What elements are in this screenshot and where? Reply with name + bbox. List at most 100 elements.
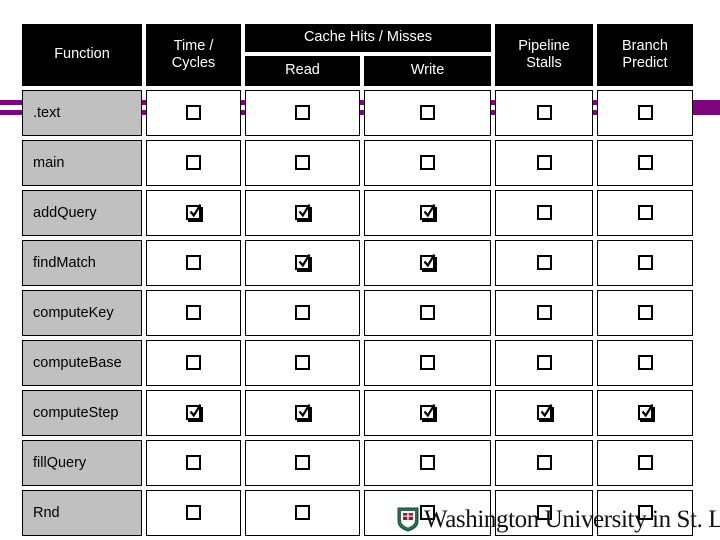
checkbox-cell-branch-predict[interactable] (597, 190, 693, 236)
checkbox-unchecked-icon[interactable] (186, 455, 201, 471)
checkbox-unchecked-icon[interactable] (295, 355, 310, 371)
profiling-table: Function Time / Cycles Cache Hits / Miss… (18, 20, 697, 540)
checkbox-cell-pipeline-stalls[interactable] (495, 240, 593, 286)
checkbox-unchecked-icon[interactable] (637, 205, 653, 221)
checkbox-unchecked-icon[interactable] (420, 305, 435, 321)
column-header-branch-line1: Branch (622, 37, 668, 54)
checkbox-checked-icon[interactable] (420, 254, 436, 271)
checkbox-cell-pipeline-stalls[interactable] (495, 290, 593, 336)
checkbox-cell-time-cycles[interactable] (146, 440, 241, 486)
checkbox-unchecked-icon[interactable] (637, 105, 653, 121)
column-header-branch-line2: Predict (622, 55, 668, 71)
function-label: computeStep (33, 405, 119, 421)
checkbox-checked-icon[interactable] (295, 254, 311, 271)
checkbox-cell-time-cycles[interactable] (146, 340, 241, 386)
checkbox-checked-icon[interactable] (420, 404, 436, 421)
column-header-write: Write (364, 55, 491, 86)
checkbox-cell-branch-predict[interactable] (597, 90, 693, 136)
checkbox-checked-icon[interactable] (420, 204, 436, 221)
checkbox-cell-time-cycles[interactable] (146, 290, 241, 336)
checkbox-unchecked-icon[interactable] (536, 355, 552, 371)
checkbox-cell-time-cycles[interactable] (146, 90, 241, 136)
checkbox-cell-time-cycles[interactable] (146, 490, 241, 536)
checkbox-cell-pipeline-stalls[interactable] (495, 90, 593, 136)
checkbox-unchecked-icon[interactable] (186, 355, 201, 371)
column-header-branch-predict: Branch Predict (597, 24, 693, 86)
checkbox-cell-pipeline-stalls[interactable] (495, 390, 593, 436)
checkbox-unchecked-icon[interactable] (637, 155, 653, 171)
checkbox-cell-branch-predict[interactable] (597, 440, 693, 486)
checkbox-unchecked-icon[interactable] (186, 155, 201, 171)
table-row: computeStep (22, 390, 693, 436)
checkbox-cell-cache-read[interactable] (245, 390, 360, 436)
checkbox-cell-cache-read[interactable] (245, 140, 360, 186)
checkbox-unchecked-icon[interactable] (420, 155, 435, 171)
checkbox-checked-icon[interactable] (295, 404, 311, 421)
checkbox-cell-cache-write[interactable] (364, 190, 491, 236)
checkbox-unchecked-icon[interactable] (536, 305, 552, 321)
checkbox-cell-pipeline-stalls[interactable] (495, 340, 593, 386)
checkbox-unchecked-icon[interactable] (420, 105, 435, 121)
checkbox-unchecked-icon[interactable] (295, 305, 310, 321)
checkbox-checked-icon[interactable] (536, 404, 552, 421)
checkbox-cell-branch-predict[interactable] (597, 290, 693, 336)
checkbox-unchecked-icon[interactable] (536, 255, 552, 271)
checkbox-unchecked-icon[interactable] (186, 505, 201, 521)
checkbox-unchecked-icon[interactable] (295, 105, 310, 121)
brand-logo: Washington University in St. Louis (396, 506, 720, 532)
checkbox-unchecked-icon[interactable] (295, 155, 310, 171)
checkbox-unchecked-icon[interactable] (637, 255, 653, 271)
checkbox-cell-pipeline-stalls[interactable] (495, 140, 593, 186)
checkbox-cell-branch-predict[interactable] (597, 340, 693, 386)
function-label: main (33, 155, 65, 171)
checkbox-cell-time-cycles[interactable] (146, 190, 241, 236)
checkbox-cell-cache-write[interactable] (364, 390, 491, 436)
checkbox-unchecked-icon[interactable] (186, 105, 201, 121)
checkbox-cell-cache-write[interactable] (364, 140, 491, 186)
column-header-time-cycles: Time / Cycles (146, 24, 241, 86)
checkbox-unchecked-icon[interactable] (536, 105, 552, 121)
checkbox-cell-cache-read[interactable] (245, 240, 360, 286)
checkbox-cell-cache-read[interactable] (245, 190, 360, 236)
checkbox-checked-icon[interactable] (295, 204, 311, 221)
checkbox-unchecked-icon[interactable] (186, 305, 201, 321)
function-label-cell: computeStep (22, 390, 142, 436)
checkbox-cell-cache-write[interactable] (364, 340, 491, 386)
checkbox-unchecked-icon[interactable] (637, 305, 653, 321)
checkbox-unchecked-icon[interactable] (637, 455, 653, 471)
checkbox-cell-time-cycles[interactable] (146, 390, 241, 436)
checkbox-unchecked-icon[interactable] (295, 505, 310, 521)
checkbox-cell-time-cycles[interactable] (146, 240, 241, 286)
checkbox-cell-time-cycles[interactable] (146, 140, 241, 186)
table-body: .text main addQuery findMatch computeKey comp… (22, 90, 693, 536)
checkbox-unchecked-icon[interactable] (186, 255, 201, 271)
checkbox-unchecked-icon[interactable] (420, 355, 435, 371)
checkbox-cell-branch-predict[interactable] (597, 240, 693, 286)
checkbox-unchecked-icon[interactable] (295, 455, 310, 471)
checkbox-cell-cache-write[interactable] (364, 240, 491, 286)
checkbox-cell-cache-read[interactable] (245, 490, 360, 536)
checkbox-cell-cache-read[interactable] (245, 290, 360, 336)
checkbox-unchecked-icon[interactable] (420, 455, 435, 471)
checkbox-cell-cache-read[interactable] (245, 340, 360, 386)
checkbox-checked-icon[interactable] (637, 404, 653, 421)
table-row: fillQuery (22, 440, 693, 486)
checkbox-unchecked-icon[interactable] (536, 455, 552, 471)
checkbox-unchecked-icon[interactable] (637, 355, 653, 371)
checkbox-cell-cache-write[interactable] (364, 440, 491, 486)
checkbox-checked-icon[interactable] (186, 404, 202, 421)
checkbox-cell-cache-write[interactable] (364, 90, 491, 136)
checkbox-checked-icon[interactable] (186, 204, 202, 221)
checkbox-cell-cache-read[interactable] (245, 440, 360, 486)
checkbox-cell-branch-predict[interactable] (597, 390, 693, 436)
checkbox-cell-cache-write[interactable] (364, 290, 491, 336)
column-header-time-line2: Cycles (171, 55, 216, 71)
table-row: addQuery (22, 190, 693, 236)
checkbox-cell-cache-read[interactable] (245, 90, 360, 136)
checkbox-cell-pipeline-stalls[interactable] (495, 190, 593, 236)
checkbox-cell-branch-predict[interactable] (597, 140, 693, 186)
checkbox-cell-pipeline-stalls[interactable] (495, 440, 593, 486)
checkbox-unchecked-icon[interactable] (536, 205, 552, 221)
checkbox-unchecked-icon[interactable] (536, 155, 552, 171)
function-label-cell: fillQuery (22, 440, 142, 486)
